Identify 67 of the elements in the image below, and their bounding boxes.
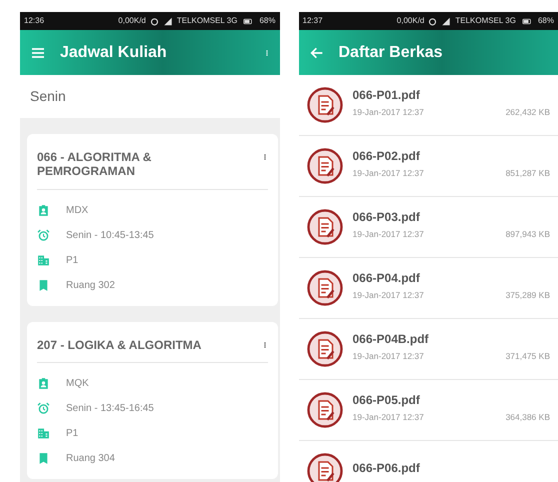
carrier-text: TELKOMSEL 3G (455, 15, 516, 27)
file-name: 066-P04.pdf (352, 270, 421, 287)
pdf-document-icon (306, 209, 342, 245)
file-size: 371,475 KB (506, 350, 550, 362)
pdf-document-icon (306, 331, 342, 367)
file-row[interactable]: 066-P02.pdf 19-Jan-2017 12:37 851,287 KB (298, 136, 558, 197)
course-title: 207 - LOGIKA & ALGORITMA (37, 338, 202, 352)
alarm-clock-icon (37, 402, 50, 416)
file-row[interactable]: 066-P06.pdf (298, 441, 558, 482)
clock-text: 12:36 (24, 15, 44, 27)
detail-text: Ruang 302 (66, 278, 115, 293)
building-icon (37, 427, 50, 440)
badge-icon (37, 204, 50, 217)
battery-icon (520, 16, 534, 26)
pdf-document-icon (306, 148, 342, 184)
back-arrow-icon[interactable] (308, 44, 324, 60)
data-speed-text: 0,00K/d (396, 15, 424, 27)
file-date: 19-Jan-2017 12:37 (352, 410, 424, 424)
file-size: 375,289 KB (506, 288, 550, 302)
battery-text: 68% (538, 15, 554, 27)
detail-text: Ruang 304 (66, 452, 115, 466)
signal-icon (162, 16, 173, 26)
building-icon (37, 254, 50, 267)
file-name: 066-P02.pdf (352, 148, 421, 165)
alarm-icon (428, 16, 438, 26)
clock-text: 12:37 (302, 15, 323, 27)
file-row[interactable]: 066-P04.pdf 19-Jan-2017 12:37 375,289 KB (298, 258, 558, 319)
file-row[interactable]: 066-P04B.pdf 19-Jan-2017 12:37 371,475 KB (298, 319, 558, 380)
file-name: 066-P03.pdf (352, 208, 421, 226)
course-title: 066 - ALGORITMA & PEMROGRAMAN (37, 150, 152, 179)
bookmark-icon (37, 278, 50, 292)
file-name: 066-P01.pdf (352, 86, 421, 104)
battery-text: 68% (259, 15, 276, 27)
file-row[interactable]: 066-P01.pdf 19-Jan-2017 12:37 262,432 KB (298, 75, 558, 136)
file-name: 066-P05.pdf (352, 392, 421, 409)
file-size: 364,386 KB (506, 410, 550, 424)
file-size: 262,432 KB (506, 106, 550, 118)
detail-text: MDX (66, 204, 88, 218)
day-header: Senin (20, 75, 280, 118)
toolbar-title: Jadwal Kuliah (60, 42, 168, 62)
alarm-clock-icon (37, 228, 50, 242)
file-row[interactable]: 066-P05.pdf 19-Jan-2017 12:37 364,386 KB (298, 380, 558, 441)
data-speed-text: 0,00K/d (118, 15, 146, 27)
file-date: 19-Jan-2017 12:37 (352, 228, 424, 240)
file-size: 897,943 KB (506, 228, 550, 240)
pdf-document-icon (306, 392, 342, 428)
file-row[interactable]: 066-P03.pdf 19-Jan-2017 12:37 897,943 KB (298, 197, 558, 258)
badge-icon (37, 377, 50, 390)
file-date: 19-Jan-2017 12:37 (352, 288, 424, 302)
alarm-icon (150, 16, 159, 26)
file-name: 066-P04B.pdf (352, 330, 430, 348)
signal-icon (441, 16, 452, 26)
file-date: 19-Jan-2017 12:37 (352, 166, 424, 180)
pdf-document-icon (306, 270, 342, 306)
detail-text: Senin - 13:45-16:45 (66, 402, 154, 416)
detail-text: P1 (66, 427, 78, 442)
detail-text: P1 (66, 254, 78, 268)
carrier-text: TELKOMSEL 3G (176, 15, 238, 27)
toolbar-title: Daftar Berkas (338, 42, 444, 62)
file-date: 19-Jan-2017 12:37 (352, 350, 424, 362)
file-date: 19-Jan-2017 12:37 (352, 106, 424, 118)
detail-text: Senin - 10:45-13:45 (66, 228, 154, 243)
pdf-document-icon (306, 87, 342, 123)
file-size: 851,287 KB (506, 166, 550, 180)
detail-text: MQK (66, 377, 89, 392)
file-name: 066-P06.pdf (352, 460, 421, 477)
bookmark-icon (37, 452, 50, 466)
